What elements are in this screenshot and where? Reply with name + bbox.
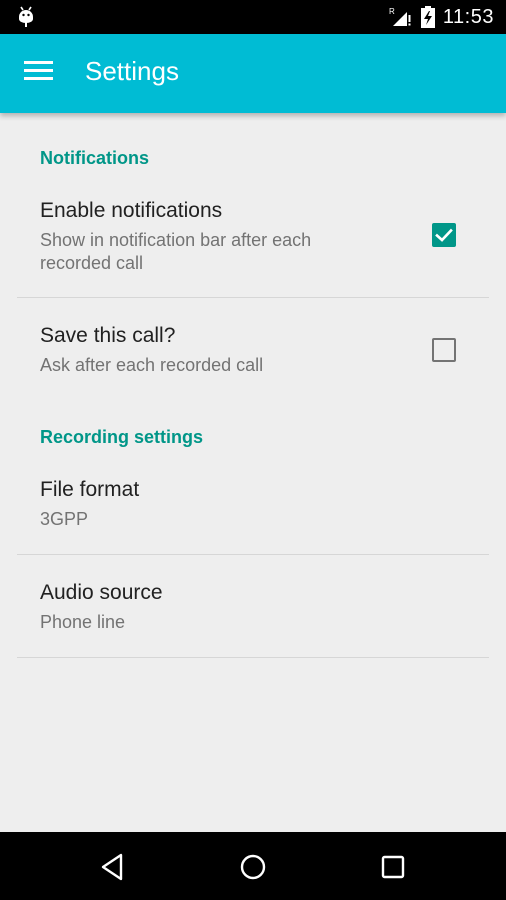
hamburger-menu-icon[interactable] xyxy=(24,61,54,85)
pref-summary: 3GPP xyxy=(40,509,89,529)
pref-title: Enable notifications xyxy=(40,199,223,222)
roaming-label: R xyxy=(389,7,395,16)
pref-summary: Show in notification bar after each reco… xyxy=(40,230,312,273)
settings-list: Notifications Enable notifications Show … xyxy=(0,113,506,832)
status-bar: R 11:53 xyxy=(0,0,506,34)
app-bar: Settings xyxy=(0,34,506,113)
battery-charging-icon xyxy=(420,6,435,28)
signal-roaming-icon: R xyxy=(389,7,411,26)
pref-save-this-call[interactable]: Save this call? Ask after each recorded … xyxy=(0,298,506,394)
home-icon[interactable] xyxy=(233,850,273,884)
pref-title: Save this call? xyxy=(40,324,176,347)
pref-summary: Ask after each recorded call xyxy=(40,355,264,375)
pref-title: Audio source xyxy=(40,581,163,604)
save-this-call-checkbox[interactable] xyxy=(432,338,456,362)
enable-notifications-checkbox[interactable] xyxy=(432,223,456,247)
recents-icon[interactable] xyxy=(373,850,413,884)
pref-file-format[interactable]: File format 3GPP xyxy=(0,458,506,554)
section-header-recording-settings: Recording settings xyxy=(40,427,204,447)
pref-enable-notifications[interactable]: Enable notifications Show in notificatio… xyxy=(0,185,506,297)
clock: 11:53 xyxy=(442,5,494,28)
divider xyxy=(17,657,489,658)
pref-summary: Phone line xyxy=(40,612,126,632)
navigation-bar xyxy=(0,832,506,900)
pref-audio-source[interactable]: Audio source Phone line xyxy=(0,555,506,657)
section-header-notifications: Notifications xyxy=(40,148,150,168)
android-debug-icon xyxy=(19,6,33,27)
pref-title: File format xyxy=(40,478,140,501)
page-title: Settings xyxy=(85,56,179,86)
checkmark-icon xyxy=(435,228,453,242)
back-icon[interactable] xyxy=(93,850,133,884)
